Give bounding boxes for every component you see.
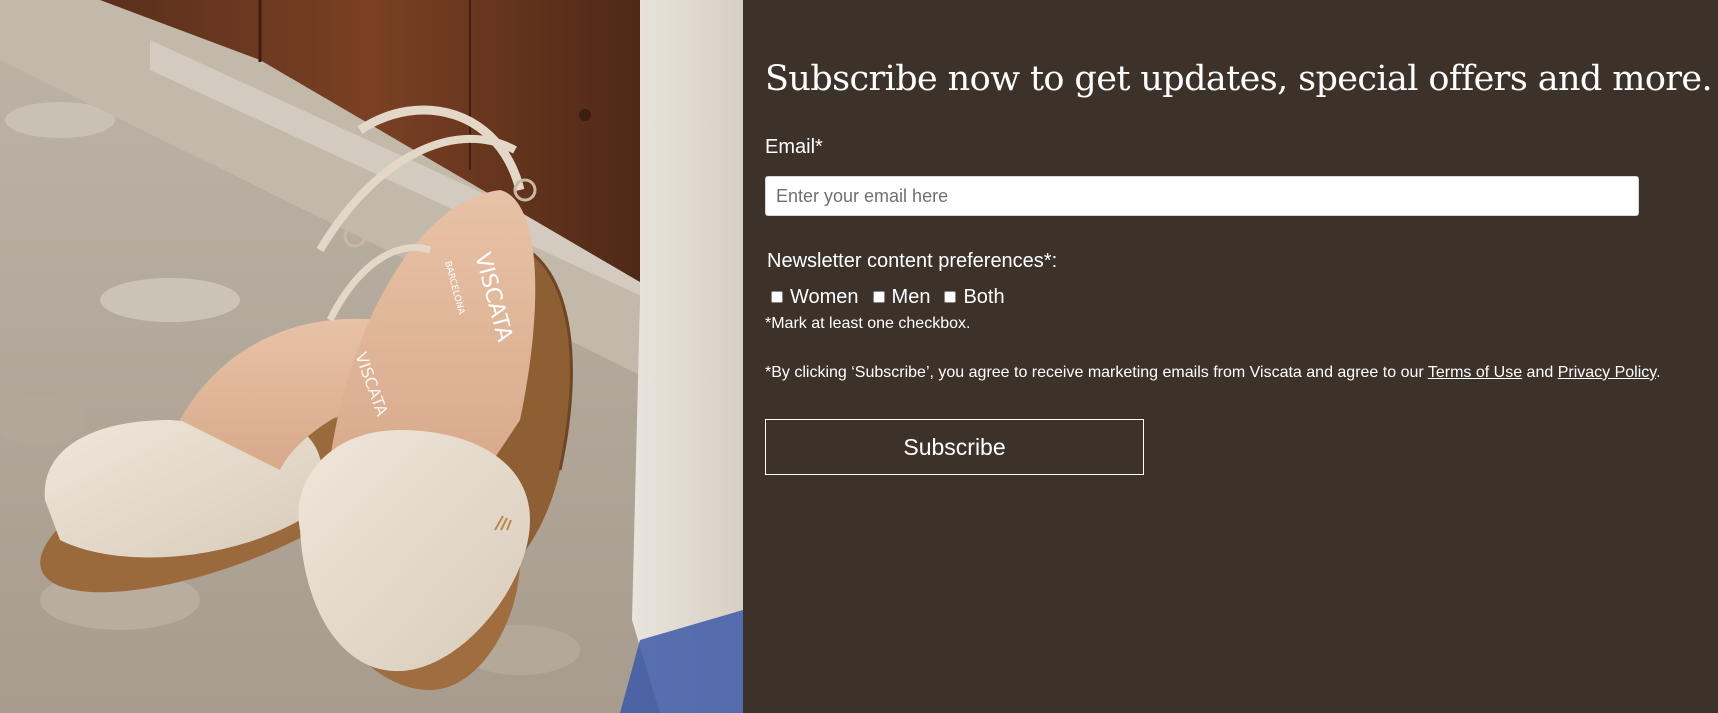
email-label: Email* [765, 136, 823, 158]
both-checkbox[interactable] [944, 291, 957, 303]
legal-prefix: *By clicking ‘Subscribe’, you agree to r… [765, 364, 1428, 381]
legal-notice: *By clicking ‘Subscribe’, you agree to r… [765, 363, 1661, 383]
newsletter-heading: Subscribe now to get updates, special of… [765, 59, 1713, 99]
email-input[interactable] [765, 176, 1639, 216]
preferences-label: Newsletter content preferences*: [767, 250, 1058, 272]
men-checkbox[interactable] [872, 291, 885, 303]
espadrille-photo: VISCATA BARCELONA VISCATA [0, 0, 743, 713]
hero-image: VISCATA BARCELONA VISCATA [0, 0, 743, 713]
both-label: Both [963, 286, 1005, 308]
legal-middle: and [1522, 364, 1558, 381]
newsletter-panel: Subscribe now to get updates, special of… [743, 0, 1718, 713]
option-men[interactable]: Men [872, 284, 931, 310]
privacy-policy-link[interactable]: Privacy Policy [1558, 364, 1656, 381]
checkbox-hint: *Mark at least one checkbox. [765, 315, 971, 332]
option-women[interactable]: Women [771, 284, 859, 310]
legal-suffix: . [1656, 364, 1661, 381]
preference-checkboxes: Women Men Both [771, 284, 1019, 310]
option-both[interactable]: Both [944, 284, 1005, 310]
women-label: Women [790, 286, 859, 308]
terms-of-use-link[interactable]: Terms of Use [1428, 364, 1522, 381]
women-checkbox[interactable] [771, 291, 783, 303]
men-label: Men [891, 286, 931, 308]
subscribe-button[interactable]: Subscribe [765, 419, 1144, 475]
